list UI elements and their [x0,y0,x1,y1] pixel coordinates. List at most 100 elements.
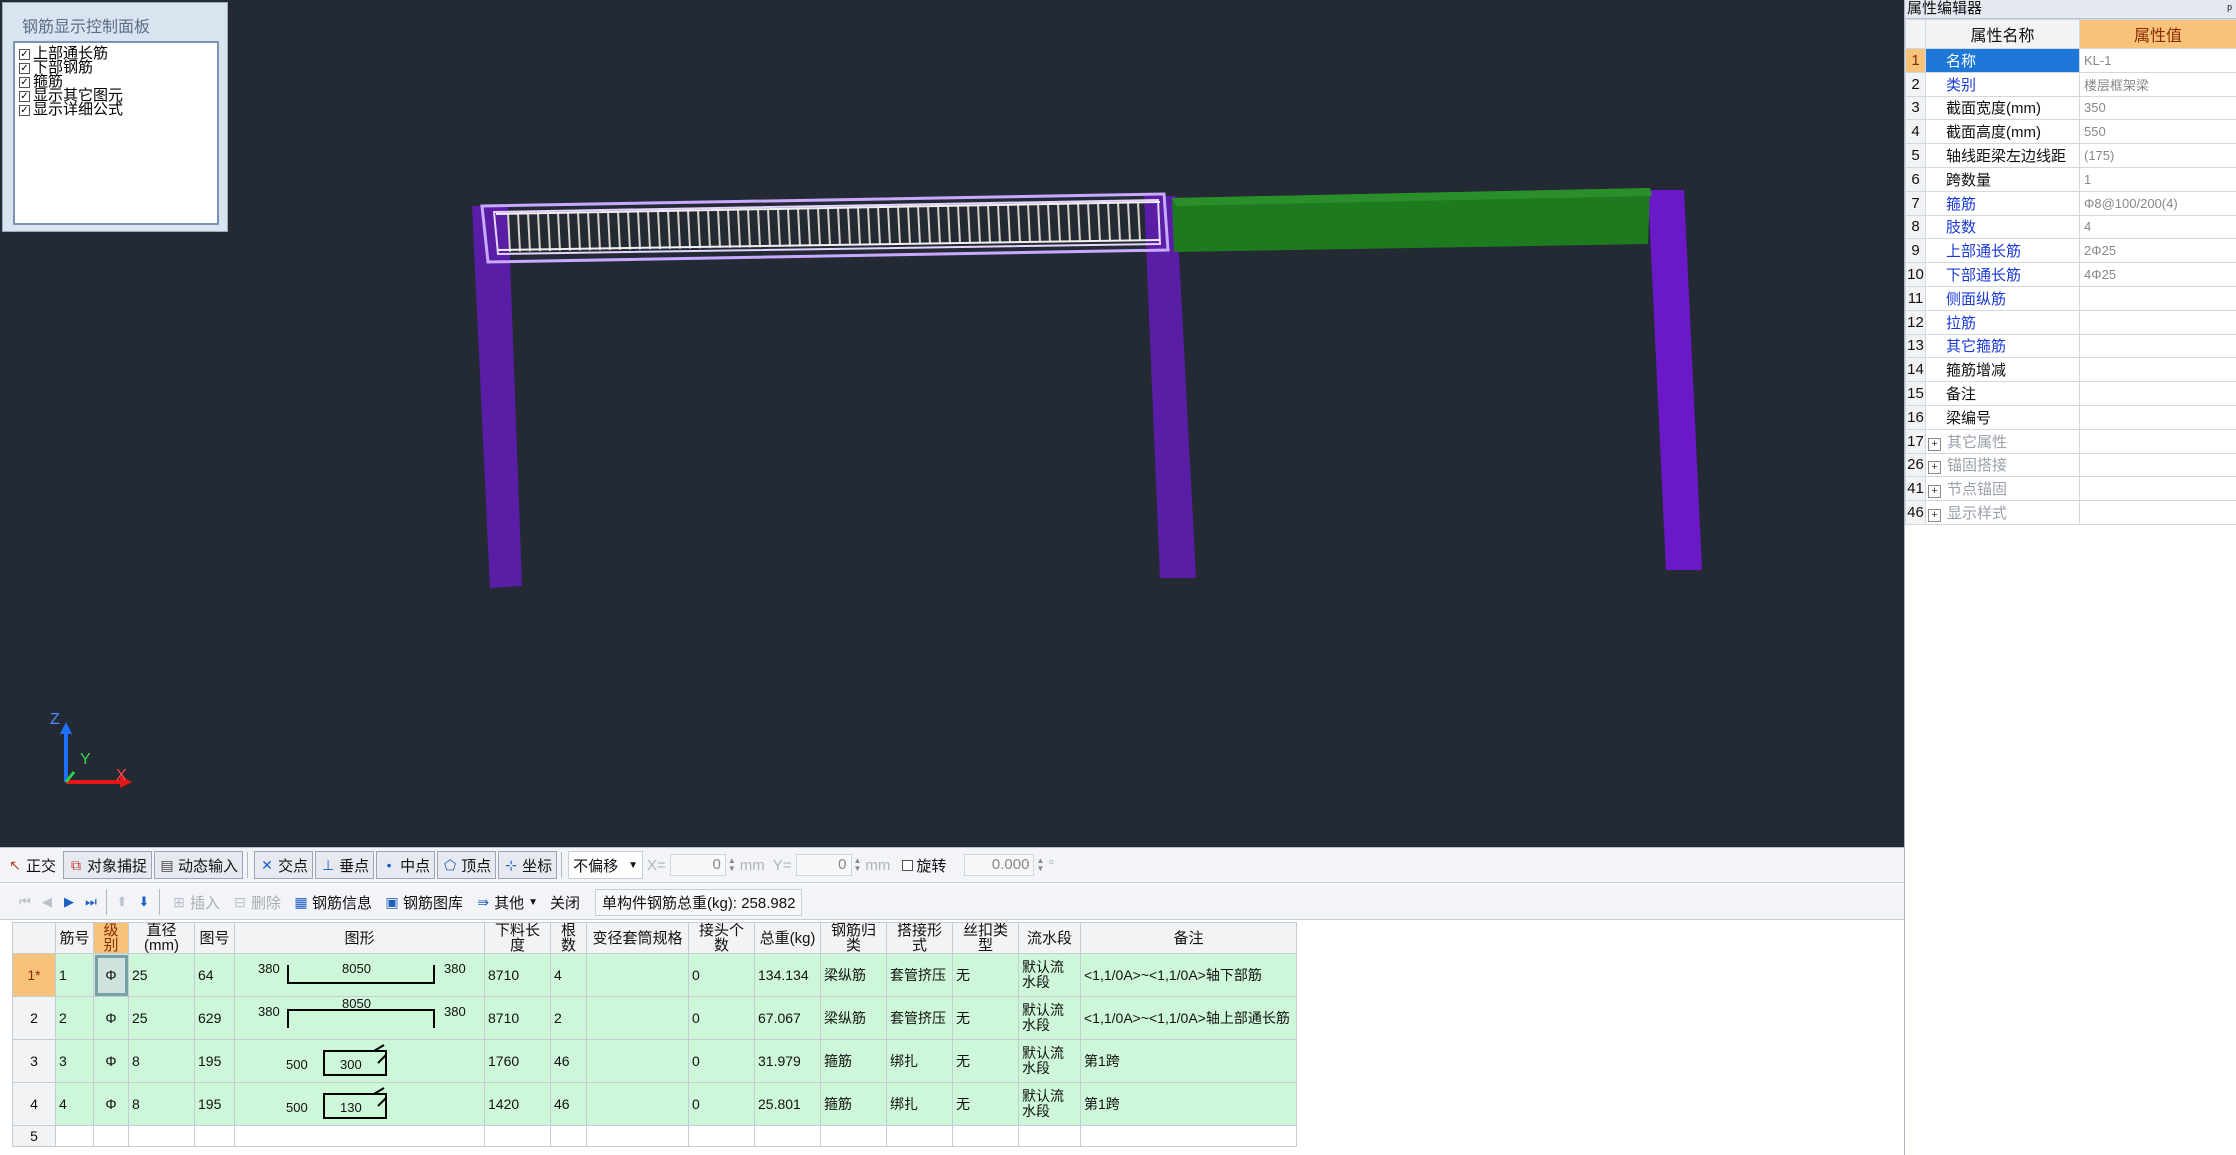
cell-dia[interactable]: 8 [128,1082,195,1126]
column-header[interactable]: 级别 [93,922,129,954]
rotate-angle-input[interactable]: 0.000 [964,854,1035,876]
property-row[interactable]: 3 截面宽度(mm) 350 [1905,95,2236,121]
cell-note[interactable]: 第1跨 [1080,1082,1297,1126]
rebar-row[interactable]: 4 4 Φ 8 195 500 130 1420 46 0 25.801 箍筋 绑扎无默认流水段 第1跨 [12,1082,1297,1126]
column-header[interactable]: 总重(kg) [754,922,821,954]
property-row[interactable]: 12 拉筋 [1905,309,2236,335]
cell-thread[interactable]: 无 [952,1082,1019,1126]
column-right[interactable] [1648,190,1702,570]
cell-thread[interactable]: 无 [952,1039,1019,1083]
cell-category[interactable]: 箍筋 [820,1082,887,1126]
close-button[interactable]: 关闭 [545,888,585,916]
cell-fig[interactable]: 195 [194,1082,235,1126]
cell-count[interactable]: 2 [550,996,587,1040]
column-middle[interactable] [1144,196,1196,578]
property-row[interactable]: 5 轴线距梁左边线距 (175) [1905,143,2236,168]
property-value[interactable]: KL-1 [2079,48,2236,73]
column-header[interactable]: 流水段 [1018,922,1081,954]
cell-note[interactable]: <1,1/0A>~<1,1/0A>轴上部通长筋 [1080,996,1297,1040]
midpoint-snap-button[interactable]: • 中点 [376,851,436,879]
property-value[interactable] [2079,381,2236,406]
property-value[interactable] [2079,476,2236,502]
cell-flow[interactable]: 默认流水段 [1018,953,1081,997]
checkbox[interactable]: ✓ [19,90,30,102]
cell-weight[interactable]: 134.134 [754,953,821,997]
rebar-3d-scene[interactable] [0,0,1904,847]
property-row[interactable]: 16 梁编号 [1905,404,2236,430]
property-row[interactable]: 26 + 锚固搭接 [1905,452,2236,478]
property-value[interactable]: 2Φ25 [2079,238,2236,264]
empty-cell[interactable] [484,1125,551,1147]
property-value[interactable] [2079,404,2236,430]
cell-dia[interactable]: 8 [128,1039,195,1083]
object-snap-button[interactable]: ⧉ 对象捕捉 [63,851,153,879]
next-record-icon[interactable]: ▶ [58,894,80,910]
cell-flow[interactable]: 默认流水段 [1018,1039,1081,1083]
cell-level[interactable]: Φ [93,996,129,1040]
cell-no[interactable]: 1 [55,953,94,997]
cell-level[interactable]: Φ [93,1082,129,1126]
cell-weight[interactable]: 67.067 [754,996,821,1040]
cell-weight[interactable]: 31.979 [754,1039,821,1083]
rebar-library-button[interactable]: ▣ 钢筋图库 [379,888,468,916]
offset-mode-select[interactable]: 不偏移 ▼ [568,851,644,879]
row-number[interactable]: 4 [12,1082,56,1126]
cell-no[interactable]: 4 [55,1082,94,1126]
rebar-shape-cell[interactable]: 380 8050 380 [234,953,485,997]
other-menu-button[interactable]: ⇛ 其他 ▼ [470,888,543,916]
property-value[interactable]: Φ8@100/200(4) [2079,190,2236,216]
property-value[interactable]: 1 [2079,166,2236,192]
row-number[interactable]: 5 [12,1125,56,1147]
cell-sleeve[interactable] [586,953,689,997]
first-record-icon[interactable]: ⏮ [14,894,36,910]
cell-no[interactable]: 3 [55,1039,94,1083]
cell-joints[interactable]: 0 [688,1082,755,1126]
cell-sleeve[interactable] [586,1039,689,1083]
cell-fig[interactable]: 195 [194,1039,235,1083]
cell-splice[interactable]: 套管挤压 [886,996,953,1040]
cell-thread[interactable]: 无 [952,996,1019,1040]
property-value[interactable] [2079,500,2236,525]
cell-count[interactable]: 4 [550,953,587,997]
property-value[interactable]: 350 [2079,95,2236,121]
column-header[interactable]: 下料长度 [484,922,551,954]
property-row[interactable]: 41 + 节点锚固 [1905,476,2236,502]
cell-level[interactable]: Φ [93,953,129,997]
empty-cell[interactable] [886,1125,953,1147]
property-row[interactable]: 7 箍筋 Φ8@100/200(4) [1905,190,2236,216]
column-header[interactable]: 丝扣类型 [952,922,1019,954]
rebar-info-button[interactable]: ▦ 钢筋信息 [288,888,377,916]
column-header[interactable]: 搭接形式 [886,922,953,954]
y-offset-input[interactable]: 0 [795,854,852,876]
cell-length[interactable]: 1760 [484,1039,551,1083]
empty-cell[interactable] [1080,1125,1297,1147]
cell-joints[interactable]: 0 [688,953,755,997]
rebar-shape-cell[interactable]: 500 300 [234,1039,485,1083]
cell-category[interactable]: 梁纵筋 [820,996,887,1040]
move-up-icon[interactable]: ⬆ [111,894,133,910]
cell-sleeve[interactable] [586,1082,689,1126]
property-row[interactable]: 9 上部通长筋 2Φ25 [1905,238,2236,264]
x-offset-input[interactable]: 0 [669,854,726,876]
rebar-row[interactable]: 3 3 Φ 8 195 500 300 1760 46 0 31.979 箍筋 绑扎无默认流水段 第1跨 [12,1039,1297,1083]
cell-flow[interactable]: 默认流水段 [1018,996,1081,1040]
column-header[interactable]: 钢筋归类 [820,922,887,954]
property-row[interactable]: 46 + 显示样式 [1905,500,2236,525]
cell-count[interactable]: 46 [550,1039,587,1083]
rebar-shape-cell[interactable]: 500 130 [234,1082,485,1126]
last-record-icon[interactable]: ⏭ [80,894,102,910]
3d-viewport[interactable]: 钢筋显示控制面板 ✓ 上部通长筋 ✓ 下部钢筋 ✓ 箍筋 ✓ 显示其它图元 ✓ 显示详细公式 Z … [0,0,1904,847]
property-row[interactable]: 8 肢数 4 [1905,214,2236,240]
cell-category[interactable]: 箍筋 [820,1039,887,1083]
cell-fig[interactable]: 629 [194,996,235,1040]
cell-splice[interactable]: 绑扎 [886,1039,953,1083]
expand-icon[interactable]: + [1928,485,1941,499]
cell-category[interactable]: 梁纵筋 [820,953,887,997]
cell-fig[interactable]: 64 [194,953,235,997]
cell-length[interactable]: 8710 [484,953,551,997]
property-value[interactable]: 4Φ25 [2079,262,2236,287]
ortho-button[interactable]: ↖ 正交 [2,851,61,879]
checkbox[interactable]: ✓ [19,104,30,116]
rebar-row[interactable]: 1* 1 Φ 25 64 380 8050 380 8710 4 0 134.134 梁纵筋 套管挤压无默… [12,953,1297,997]
beam-selected-kl1[interactable] [480,192,1170,264]
